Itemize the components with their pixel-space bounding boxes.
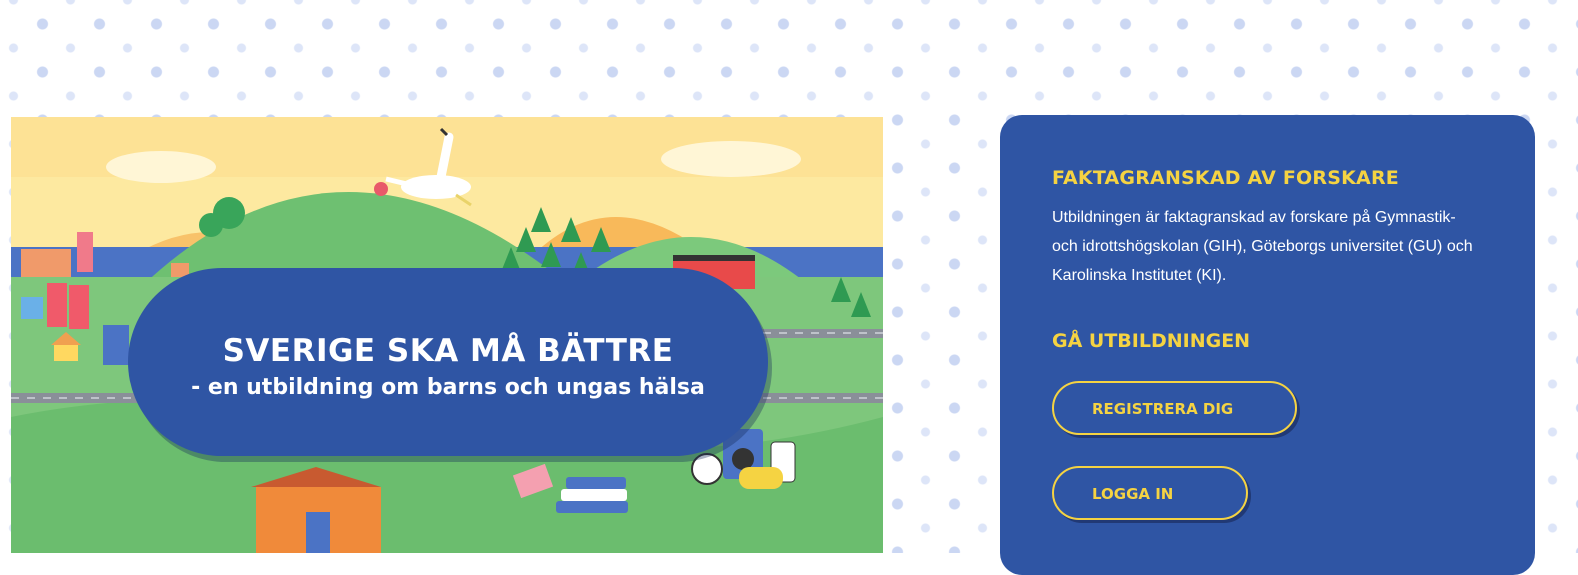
register-button[interactable]: REGISTRERA DIG — [1052, 381, 1297, 435]
round-tree — [199, 213, 223, 237]
hero-banner: SVERIGE SKA MÅ BÄTTRE - en utbildning om… — [128, 268, 768, 456]
fact-check-heading: FAKTAGRANSKAD AV FORSKARE — [1052, 167, 1399, 189]
hero-subtitle: - en utbildning om barns och ungas hälsa — [191, 374, 705, 400]
course-heading: GÅ UTBILDNINGEN — [1052, 330, 1251, 352]
login-button[interactable]: LOGGA IN — [1052, 466, 1248, 520]
cloud — [661, 141, 801, 177]
fact-check-description: Utbildningen är faktagranskad av forskar… — [1052, 209, 1473, 284]
info-card: FAKTAGRANSKAD AV FORSKARE Utbildningen ä… — [1000, 115, 1535, 575]
cloud — [106, 151, 216, 183]
hero-title: SVERIGE SKA MÅ BÄTTRE — [222, 332, 674, 369]
hero-illustration: SVERIGE SKA MÅ BÄTTRE - en utbildning om… — [11, 117, 883, 553]
